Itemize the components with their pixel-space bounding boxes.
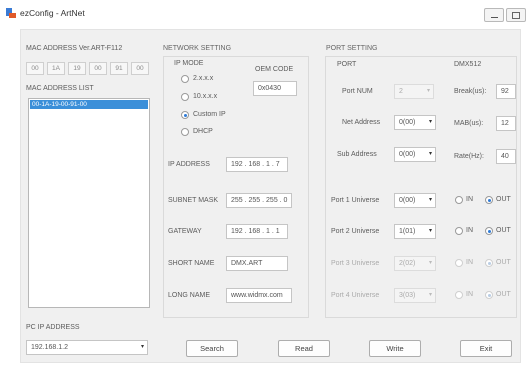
sub-address-select[interactable]: 0(00) ▾ xyxy=(394,147,436,162)
port-num-select[interactable]: 2 ▾ xyxy=(394,84,434,99)
long-name-field[interactable]: www.widmx.com xyxy=(226,288,292,303)
port-4-in-label: IN xyxy=(466,291,473,298)
port-4-universe-label: Port 4 Universe xyxy=(331,292,380,299)
ip-mode-custom-label: Custom IP xyxy=(193,111,226,118)
chevron-down-icon: ▾ xyxy=(140,344,144,350)
search-button[interactable]: Search xyxy=(186,340,238,357)
chevron-down-icon: ▾ xyxy=(428,260,432,266)
ip-mode-10x-radio[interactable] xyxy=(181,93,189,101)
port-4-in-radio[interactable] xyxy=(455,291,463,299)
mac-list-label: MAC ADDRESS LIST xyxy=(26,85,94,92)
minimize-button[interactable] xyxy=(484,8,504,22)
port-3-universe-value: 2(02) xyxy=(399,260,416,267)
port-num-label: Port NUM xyxy=(342,88,373,95)
chevron-down-icon: ▾ xyxy=(428,119,432,125)
port-sub-header: PORT xyxy=(337,61,357,68)
port-3-universe-select[interactable]: 2(02) ▾ xyxy=(394,256,436,271)
port-3-out-radio[interactable] xyxy=(485,259,493,267)
subnet-mask-field[interactable]: 255 . 255 . 255 . 0 xyxy=(226,193,292,208)
exit-button[interactable]: Exit xyxy=(460,340,512,357)
port-4-universe-select[interactable]: 3(03) ▾ xyxy=(394,288,436,303)
port-1-in-radio[interactable] xyxy=(455,196,463,204)
chevron-down-icon: ▾ xyxy=(426,88,430,94)
pc-ip-select[interactable]: 192.168.1.2 ▾ xyxy=(26,340,148,355)
mac-segment-3: 19 xyxy=(68,62,86,75)
app-icon xyxy=(6,8,16,18)
mab-field[interactable]: 12 xyxy=(496,116,516,131)
mac-address-label: MAC ADDRESS Ver.ART-F112 xyxy=(26,45,123,52)
ip-mode-dhcp-label: DHCP xyxy=(193,128,213,135)
list-item[interactable]: 00-1A-19-00-91-00 xyxy=(30,100,148,109)
maximize-icon xyxy=(512,12,520,19)
net-address-value: 0(00) xyxy=(399,119,416,126)
mac-segment-4: 00 xyxy=(89,62,107,75)
maximize-button[interactable] xyxy=(506,8,526,22)
ip-mode-2x-radio[interactable] xyxy=(181,75,189,83)
long-name-label: LONG NAME xyxy=(168,292,211,299)
short-name-label: SHORT NAME xyxy=(168,260,215,267)
break-field[interactable]: 92 xyxy=(496,84,516,99)
port-1-universe-value: 0(00) xyxy=(399,197,416,204)
ip-mode-dhcp-radio[interactable] xyxy=(181,128,189,136)
port-3-in-label: IN xyxy=(466,259,473,266)
sub-address-value: 0(00) xyxy=(399,151,416,158)
port-3-universe-label: Port 3 Universe xyxy=(331,260,380,267)
mab-label: MAB(us): xyxy=(454,120,484,127)
port-2-universe-value: 1(01) xyxy=(399,228,416,235)
port-num-value: 2 xyxy=(399,88,403,95)
chevron-down-icon: ▾ xyxy=(428,151,432,157)
port-1-universe-select[interactable]: 0(00) ▾ xyxy=(394,193,436,208)
port-4-out-radio[interactable] xyxy=(485,291,493,299)
chevron-down-icon: ▾ xyxy=(428,228,432,234)
gateway-field[interactable]: 192 . 168 . 1 . 1 xyxy=(226,224,288,239)
port-3-out-label: OUT xyxy=(496,259,511,266)
oem-code-field[interactable]: 0x0430 xyxy=(253,81,297,96)
port-2-out-label: OUT xyxy=(496,227,511,234)
ip-mode-10x-label: 10.x.x.x xyxy=(193,93,218,100)
pc-ip-value: 192.168.1.2 xyxy=(31,344,68,351)
network-setting-header: NETWORK SETTING xyxy=(163,45,232,52)
ip-address-label: IP ADDRESS xyxy=(168,161,210,168)
port-1-out-label: OUT xyxy=(496,196,511,203)
rate-label: Rate(Hz): xyxy=(454,153,484,160)
subnet-mask-label: SUBNET MASK xyxy=(168,197,219,204)
port-1-out-radio[interactable] xyxy=(485,196,493,204)
mac-segment-5: 91 xyxy=(110,62,128,75)
window-title: ezConfig - ArtNet xyxy=(20,8,85,18)
write-button[interactable]: Write xyxy=(369,340,421,357)
port-2-in-label: IN xyxy=(466,227,473,234)
port-1-in-label: IN xyxy=(466,196,473,203)
mac-segment-1: 00 xyxy=(26,62,44,75)
minimize-icon xyxy=(491,17,498,18)
mac-segment-2: 1A xyxy=(47,62,65,75)
ip-mode-2x-label: 2.x.x.x xyxy=(193,75,214,82)
gateway-label: GATEWAY xyxy=(168,228,202,235)
port-setting-header: PORT SETTING xyxy=(326,45,378,52)
break-label: Break(us): xyxy=(454,88,487,95)
chevron-down-icon: ▾ xyxy=(428,292,432,298)
read-button[interactable]: Read xyxy=(278,340,330,357)
net-address-select[interactable]: 0(00) ▾ xyxy=(394,115,436,130)
port-2-out-radio[interactable] xyxy=(485,227,493,235)
port-1-universe-label: Port 1 Universe xyxy=(331,197,380,204)
port-2-in-radio[interactable] xyxy=(455,227,463,235)
port-2-universe-label: Port 2 Universe xyxy=(331,228,380,235)
short-name-field[interactable]: DMX.ART xyxy=(226,256,288,271)
sub-address-label: Sub Address xyxy=(337,151,377,158)
oem-code-label: OEM CODE xyxy=(255,66,294,73)
mac-segment-6: 00 xyxy=(131,62,149,75)
port-4-out-label: OUT xyxy=(496,291,511,298)
rate-field[interactable]: 40 xyxy=(496,149,516,164)
dmx512-header: DMX512 xyxy=(454,61,482,68)
ip-mode-label: IP MODE xyxy=(174,60,204,67)
pc-ip-label: PC IP ADDRESS xyxy=(26,324,80,331)
port-4-universe-value: 3(03) xyxy=(399,292,416,299)
ip-address-field[interactable]: 192 . 168 . 1 . 7 xyxy=(226,157,288,172)
mac-address-list[interactable]: 00-1A-19-00-91-00 xyxy=(28,98,150,308)
ip-mode-custom-radio[interactable] xyxy=(181,111,189,119)
port-2-universe-select[interactable]: 1(01) ▾ xyxy=(394,224,436,239)
net-address-label: Net Address xyxy=(342,119,381,126)
chevron-down-icon: ▾ xyxy=(428,197,432,203)
port-3-in-radio[interactable] xyxy=(455,259,463,267)
